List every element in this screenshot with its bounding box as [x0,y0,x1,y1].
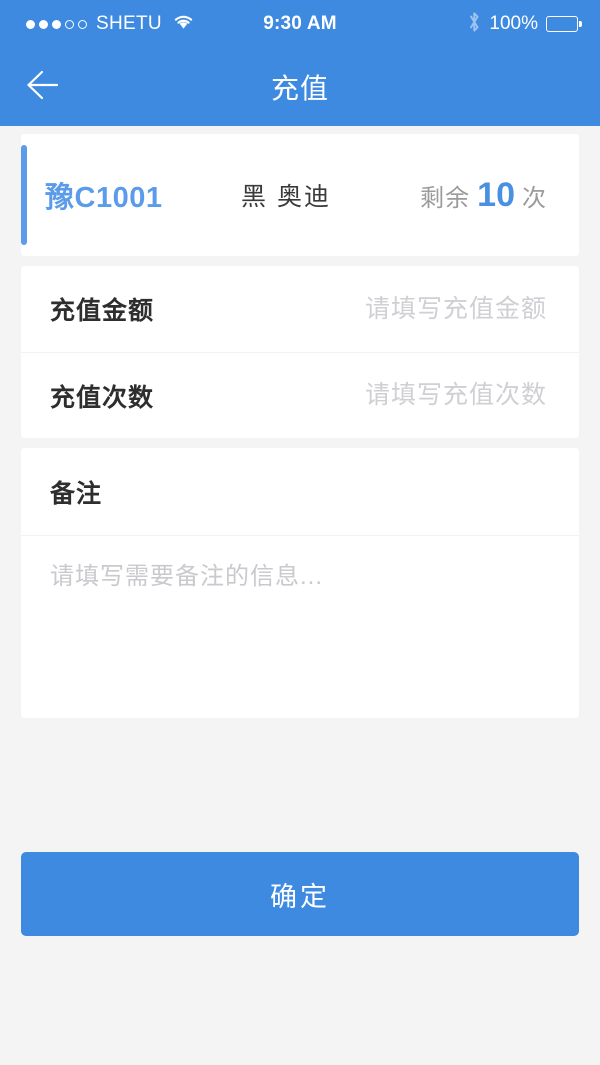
recharge-times-row[interactable]: 充值次数 [21,352,579,438]
remark-label: 备注 [50,479,103,508]
status-bar-time: 9:30 AM [263,13,337,34]
signal-dot-filled [26,19,35,29]
battery-full-icon [546,16,582,32]
recharge-amount-label: 充值金额 [50,297,155,325]
vehicle-card[interactable]: 豫C1001 黑 奥迪 剩余 10 次 [21,134,579,256]
status-bar-left: SHETU [0,13,230,35]
license-plate: 豫C1001 [45,182,163,214]
remaining-count: 10 [477,175,515,214]
battery-percentage: 100% [489,13,538,34]
remaining-balance: 剩余 10 次 [420,176,579,215]
remark-header: 备注 [21,448,579,536]
signal-dot-filled [52,19,61,29]
confirm-button[interactable]: 确定 [21,852,579,936]
recharge-form-group: 充值金额 充值次数 [21,266,579,438]
app-root: SHETU 9:30 AM 100% 充值 豫C1001 黑 奥迪 剩余 10 … [0,0,600,1065]
remaining-label: 剩余 [420,184,471,212]
carrier-name: SHETU [96,13,162,34]
navigation-bar: 充值 [0,48,600,126]
signal-dot-empty [65,19,74,29]
status-bar-right: 100% [370,11,600,38]
card-accent-bar [21,145,27,245]
signal-dot-filled [39,19,48,29]
signal-dot-empty [78,19,87,29]
remark-card: 备注 [21,448,579,718]
bluetooth-icon [468,11,481,38]
wifi-icon [172,13,195,35]
page-title: 充值 [270,73,329,104]
status-bar: SHETU 9:30 AM 100% [0,0,600,48]
vehicle-description: 黑 奥迪 [241,183,331,211]
recharge-times-label: 充值次数 [50,383,155,412]
remark-textarea[interactable] [50,560,550,700]
remark-body [21,536,579,705]
page-content: 豫C1001 黑 奥迪 剩余 10 次 充值金额 充值次数 备注 [0,126,600,1065]
recharge-amount-input[interactable] [217,294,547,324]
remaining-unit: 次 [522,184,546,212]
signal-strength-icon [26,19,87,29]
recharge-amount-row[interactable]: 充值金额 [21,266,579,352]
recharge-times-input[interactable] [217,381,547,410]
